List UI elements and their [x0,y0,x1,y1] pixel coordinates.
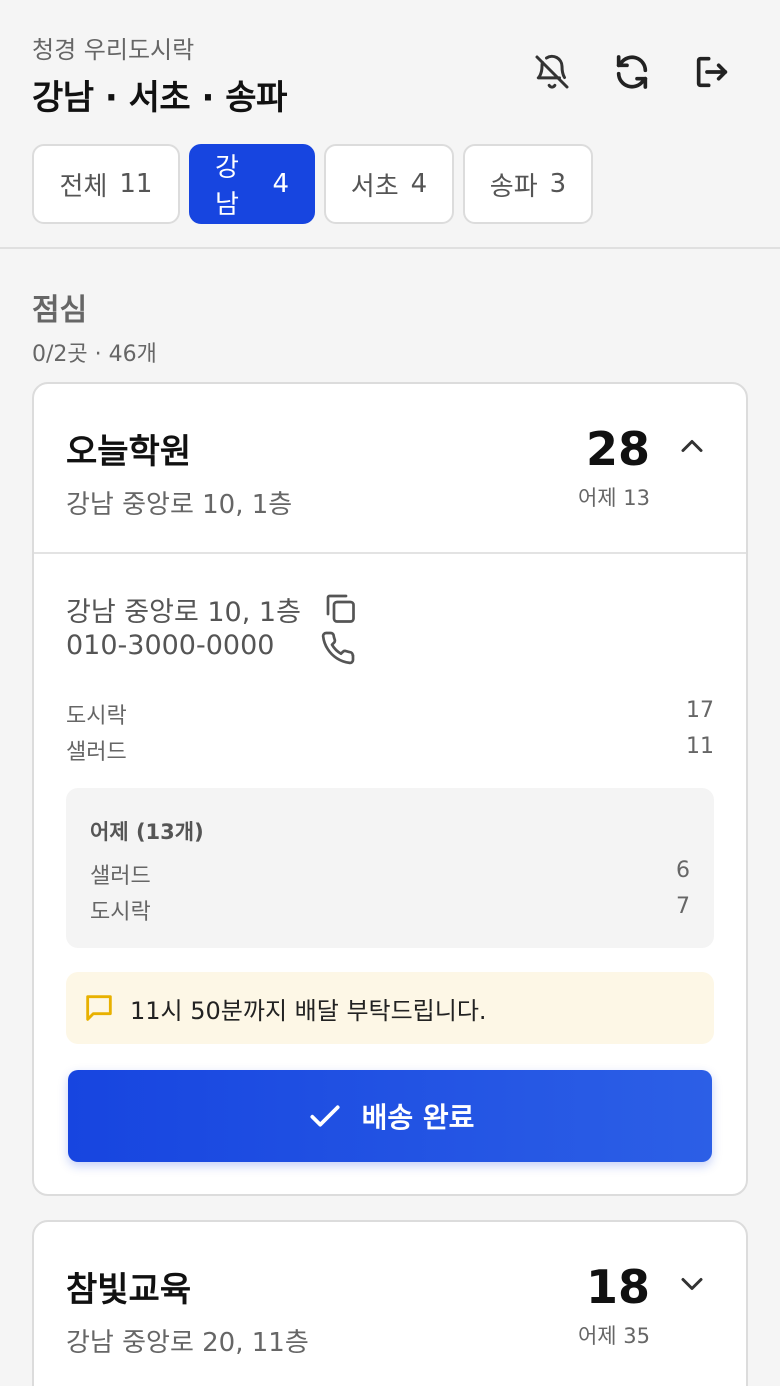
list-item: 도시락 7 [90,894,690,926]
card-header[interactable]: 오늘학원 강남 중앙로 10, 1층 28 어제 13 [34,384,746,552]
tab-count: 4 [410,169,428,199]
detail-address: 강남 중앙로 10, 1층 [66,597,301,628]
tab-all[interactable]: 전체 11 [32,144,180,224]
delivery-complete-button[interactable]: 배송 완료 [68,1070,712,1162]
list-item: 샐러드 11 [66,734,714,766]
button-label: 배송 완료 [361,1101,475,1134]
tab-label: 송파 [489,171,538,202]
item-name: 샐러드 [66,740,127,765]
delivery-note: 11시 50분까지 배달 부탁드립니다. [66,972,714,1044]
card-divider [34,552,746,554]
tab-label: 강남 [215,153,239,220]
phone-number: 010-3000-0000 [66,630,275,661]
app-header: 청경 우리도시락 강남 · 서초 · 송파 전체 11 강남 4 서초 4 송파… [0,0,780,249]
item-name: 도시락 [66,704,127,729]
region-tabs: 전체 11 강남 4 서초 4 송파 3 [32,144,593,224]
list-item: 도시락 17 [66,698,714,730]
yesterday-count: 어제 35 [577,1324,650,1348]
page-title: 강남 · 서초 · 송파 [32,78,287,118]
item-name: 도시락 [90,900,151,925]
message-icon [86,995,112,1021]
delivery-card: 참빛교육 강남 중앙로 20, 11층 18 어제 35 [32,1220,748,1386]
delivery-card: 오늘학원 강남 중앙로 10, 1층 28 어제 13 강남 중앙로 10, 1… [32,382,748,1196]
tab-label: 서초 [350,171,399,202]
tab-count: 3 [549,169,567,199]
refresh-icon[interactable] [610,50,654,94]
item-qty: 7 [676,894,690,919]
meal-section-title: 점심 [32,293,88,328]
tab-label: 전체 [59,171,108,202]
logout-icon[interactable] [690,50,734,94]
bell-off-icon[interactable] [530,50,574,94]
customer-address: 강남 중앙로 10, 1층 [66,490,293,520]
app-subtitle: 청경 우리도시락 [32,36,195,64]
item-qty: 17 [686,698,714,723]
order-count: 18 [585,1260,650,1314]
tab-songpa[interactable]: 송파 3 [463,144,593,224]
chevron-up-icon[interactable] [674,428,710,464]
tab-seocho[interactable]: 서초 4 [324,144,454,224]
check-icon [310,1105,340,1127]
item-qty: 6 [676,858,690,883]
yesterday-count: 어제 13 [577,486,650,510]
copy-icon[interactable] [322,590,358,626]
tab-gangnam[interactable]: 강남 4 [189,144,315,224]
chevron-down-icon[interactable] [674,1266,710,1302]
customer-name: 오늘학원 [66,432,192,472]
yesterday-title: 어제 (13개) [90,820,204,844]
card-header[interactable]: 참빛교육 강남 중앙로 20, 11층 18 어제 35 [34,1222,746,1386]
customer-name: 참빛교육 [66,1270,192,1310]
note-text: 11시 50분까지 배달 부탁드립니다. [130,996,487,1025]
list-item: 샐러드 6 [90,858,690,890]
tab-count: 4 [272,169,289,199]
meal-section-summary: 0/2곳 · 46개 [32,342,157,367]
tab-count: 11 [119,169,153,199]
item-name: 샐러드 [90,864,151,889]
phone-icon[interactable] [320,630,356,666]
yesterday-summary: 어제 (13개) 샐러드 6 도시락 7 [66,788,714,948]
customer-address: 강남 중앙로 20, 11층 [66,1328,309,1358]
item-qty: 11 [686,734,714,759]
order-count: 28 [585,422,650,476]
